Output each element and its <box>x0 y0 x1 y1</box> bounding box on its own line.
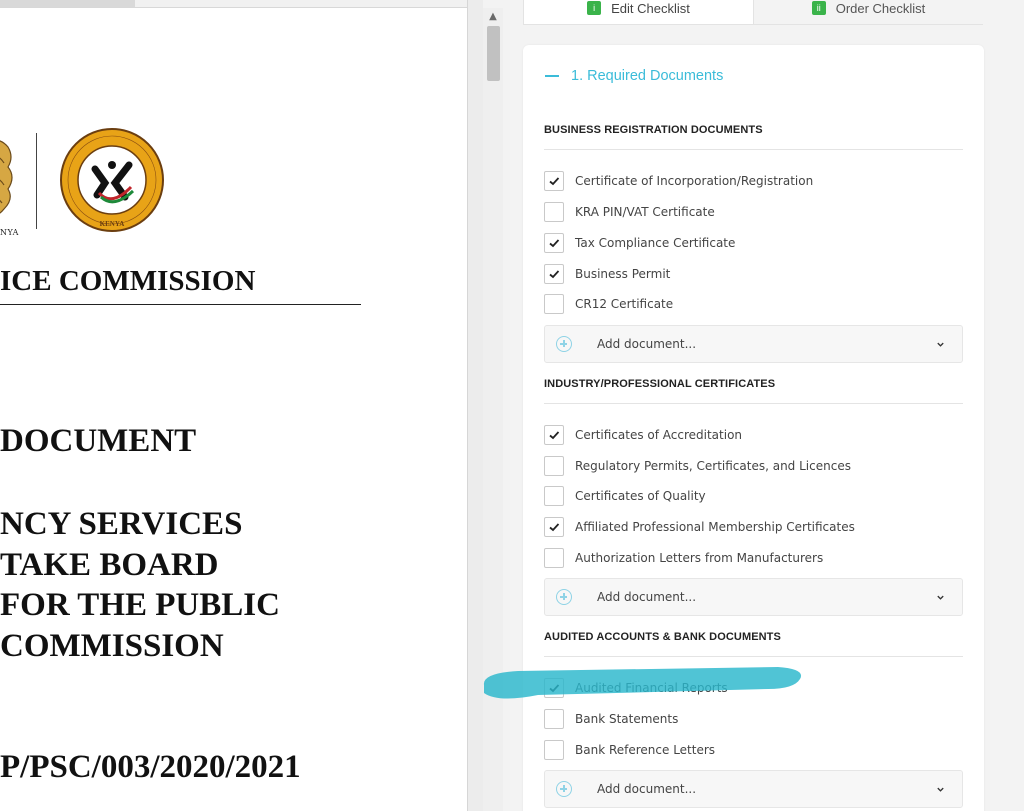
add-document-select[interactable]: Add document... <box>544 578 963 616</box>
plus-circle-icon <box>556 781 572 797</box>
checkbox[interactable] <box>544 264 564 284</box>
checklist-item[interactable]: Affiliated Professional Membership Certi… <box>544 517 855 537</box>
checklist-item-label: Bank Reference Letters <box>575 743 716 757</box>
checkmark-icon <box>549 270 560 279</box>
add-document-select[interactable]: Add document... <box>544 770 963 808</box>
group-divider <box>544 403 963 404</box>
checkbox[interactable] <box>544 486 564 506</box>
tab-label: Order Checklist <box>835 0 926 16</box>
checkbox[interactable] <box>544 709 564 729</box>
checkmark-icon <box>549 239 560 248</box>
tab-badge: ii <box>811 1 826 15</box>
tab-edit-checklist[interactable]: i Edit Checklist <box>523 0 754 25</box>
document-title-line: NCY SERVICES <box>0 506 243 542</box>
checkbox[interactable] <box>544 425 564 445</box>
checklist-item[interactable]: Tax Compliance Certificate <box>544 233 735 253</box>
checklist-item-label: Business Permit <box>575 267 671 281</box>
add-document-select[interactable]: Add document... <box>544 325 963 363</box>
checklist-item[interactable]: Authorization Letters from Manufacturers <box>544 548 823 568</box>
checkmark-icon <box>549 684 560 693</box>
checklist-item-label: Tax Compliance Certificate <box>575 236 736 250</box>
tab-badge: i <box>587 1 602 15</box>
checkbox[interactable] <box>544 740 564 760</box>
checklist-item[interactable]: Regulatory Permits, Certificates, and Li… <box>544 456 851 476</box>
checklist-item[interactable]: Bank Statements <box>544 709 678 729</box>
checkbox[interactable] <box>544 678 564 698</box>
checklist-item-label: Affiliated Professional Membership Certi… <box>575 520 855 534</box>
plus-circle-icon <box>556 336 572 352</box>
group-divider <box>544 656 963 657</box>
tab-label: Edit Checklist <box>611 0 690 16</box>
checkmark-icon <box>549 177 560 186</box>
group-title: INDUSTRY/PROFESSIONAL CERTIFICATES <box>544 378 776 390</box>
checkbox[interactable] <box>544 202 564 222</box>
checklist-item[interactable]: KRA PIN/VAT Certificate <box>544 202 715 222</box>
checkbox[interactable] <box>544 548 564 568</box>
section-toggle-required-documents[interactable]: 1. Required Documents <box>545 68 723 84</box>
chevron-down-icon <box>937 787 944 792</box>
checklist-item-label: Regulatory Permits, Certificates, and Li… <box>575 459 851 473</box>
document-title-line: COMMISSION <box>0 628 224 664</box>
checklist-item-label: Authorization Letters from Manufacturers <box>575 551 824 565</box>
document-viewer[interactable]: NYA KENYA ICE COMMISSION DOCUMENT NCY SE… <box>0 0 467 811</box>
checkmark-icon <box>549 523 560 532</box>
checkbox[interactable] <box>544 456 564 476</box>
group-title: BUSINESS REGISTRATION DOCUMENTS <box>544 124 763 136</box>
checklist-item[interactable]: Bank Reference Letters <box>544 740 715 760</box>
checklist-item[interactable]: Certificate of Incorporation/Registratio… <box>544 171 813 191</box>
viewer-scrollbar[interactable]: ▲ <box>483 8 503 811</box>
checkbox[interactable] <box>544 233 564 253</box>
group-title: AUDITED ACCOUNTS & BANK DOCUMENTS <box>544 631 781 643</box>
chevron-down-icon <box>937 595 944 600</box>
checklist-item[interactable]: Certificates of Accreditation <box>544 425 742 445</box>
checklist-item[interactable]: CR12 Certificate <box>544 294 673 314</box>
svg-text:KENYA: KENYA <box>100 220 125 228</box>
plus-circle-icon <box>556 589 572 605</box>
psc-logo: KENYA <box>60 128 164 232</box>
checkbox[interactable] <box>544 171 564 191</box>
minus-icon <box>545 75 559 77</box>
document-title-line: FOR THE PUBLIC <box>0 587 280 623</box>
seal-caption: NYA <box>0 228 19 237</box>
scroll-thumb[interactable] <box>487 26 500 81</box>
checklist-item-label: KRA PIN/VAT Certificate <box>575 205 715 219</box>
scroll-up-arrow-icon[interactable]: ▲ <box>483 8 503 25</box>
add-document-placeholder: Add document... <box>597 782 697 796</box>
viewer-tab[interactable] <box>0 0 135 7</box>
checklist-item-label: CR12 Certificate <box>575 297 674 311</box>
commission-heading: ICE COMMISSION <box>0 265 256 297</box>
checkmark-icon <box>549 431 560 440</box>
add-document-placeholder: Add document... <box>597 337 697 351</box>
pane-divider[interactable] <box>467 0 483 811</box>
viewer-toolbar <box>0 0 467 8</box>
checklist-item-label: Certificates of Accreditation <box>575 428 743 442</box>
add-document-placeholder: Add document... <box>597 590 697 604</box>
chevron-down-icon <box>937 342 944 347</box>
tab-order-checklist[interactable]: ii Order Checklist <box>754 0 983 25</box>
checkbox[interactable] <box>544 517 564 537</box>
heading-rule <box>0 304 361 305</box>
group-divider <box>544 149 963 150</box>
tender-reference: P/PSC/003/2020/2021 <box>0 749 301 785</box>
checklist-item-label: Certificates of Quality <box>575 489 706 503</box>
checklist-item-label: Certificate of Incorporation/Registratio… <box>575 174 814 188</box>
section-title: 1. Required Documents <box>571 68 724 84</box>
coat-of-arms-logo <box>0 140 13 214</box>
checklist-item-label: Audited Financial Reports <box>575 681 728 695</box>
checklist-item[interactable]: Certificates of Quality <box>544 486 706 506</box>
checklist-card: 1. Required Documents BUSINESS REGISTRAT… <box>523 45 984 811</box>
document-title-line: TAKE BOARD <box>0 547 219 583</box>
checkbox[interactable] <box>544 294 564 314</box>
logo-divider <box>36 133 37 229</box>
checklist-tabs: i Edit Checklist ii Order Checklist <box>523 0 983 25</box>
checklist-item[interactable]: Audited Financial Reports <box>544 678 728 698</box>
checklist-item-label: Bank Statements <box>575 712 679 726</box>
document-title-line: DOCUMENT <box>0 423 197 459</box>
checklist-item[interactable]: Business Permit <box>544 264 670 284</box>
